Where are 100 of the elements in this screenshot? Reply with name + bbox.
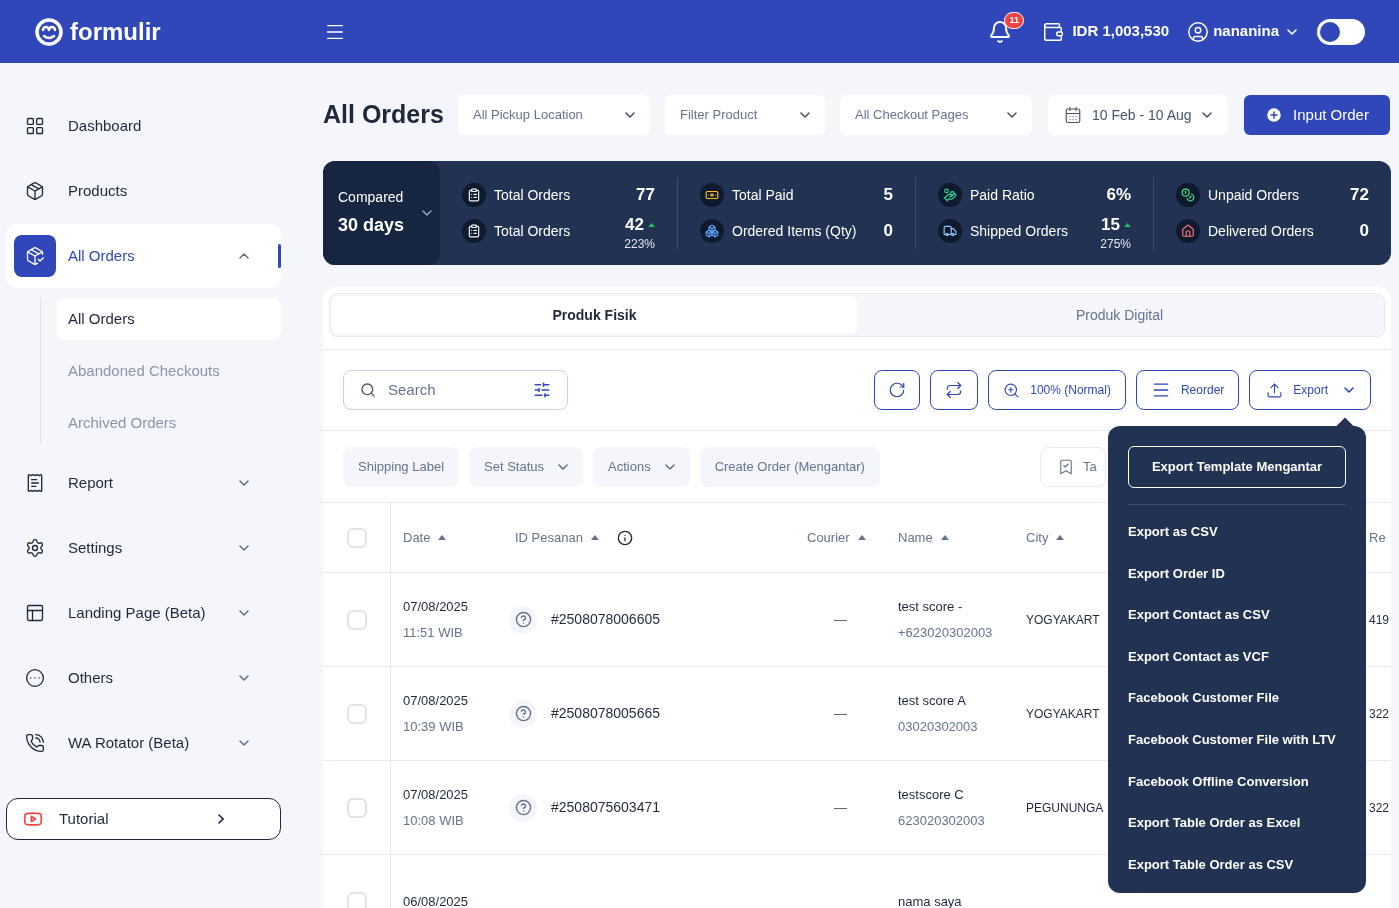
order-id[interactable]: #2508078006605 bbox=[551, 609, 660, 630]
chevron-down-icon bbox=[239, 480, 249, 486]
stat-value: 0 bbox=[1359, 220, 1369, 243]
clipboard-icon bbox=[462, 183, 486, 207]
export-menu-item[interactable]: Export Table Order as CSV bbox=[1128, 843, 1346, 886]
clipboard-icon bbox=[462, 219, 486, 243]
city-value: PEGUNUNGA bbox=[1026, 799, 1104, 817]
chevron-down-icon bbox=[239, 610, 249, 616]
export-template-button[interactable]: Export Template Mengantar bbox=[1128, 446, 1346, 488]
filter-dropdown[interactable]: All Checkout Pages bbox=[840, 95, 1032, 135]
stat-change: 223% bbox=[624, 237, 655, 250]
search-input[interactable]: Search bbox=[388, 378, 521, 402]
sidebar-item[interactable]: Products bbox=[6, 159, 281, 223]
search-icon bbox=[360, 382, 376, 398]
dots-icon bbox=[25, 668, 45, 688]
logo-text: formulir bbox=[70, 16, 161, 47]
column-header[interactable]: Re bbox=[1369, 527, 1386, 548]
column-header[interactable]: ID Pesanan bbox=[515, 527, 583, 548]
search-field[interactable]: Search bbox=[343, 370, 568, 410]
column-header[interactable]: Date bbox=[403, 527, 431, 548]
reorder-button[interactable]: Reorder bbox=[1135, 370, 1240, 410]
settings-icon bbox=[25, 538, 45, 558]
zoom-button[interactable]: 100% (Normal) bbox=[988, 370, 1126, 410]
row-checkbox[interactable] bbox=[346, 891, 367, 908]
courier-value: — bbox=[834, 610, 847, 629]
select-all-checkbox[interactable] bbox=[346, 527, 367, 548]
chevron-down-icon bbox=[1287, 28, 1297, 35]
export-button[interactable]: Export bbox=[1249, 370, 1371, 410]
box-icon bbox=[25, 181, 45, 201]
revenue-value: 322 bbox=[1369, 705, 1390, 723]
sidebar-item[interactable]: Settings bbox=[6, 516, 281, 580]
user-icon bbox=[1187, 20, 1210, 43]
column-header[interactable]: Name bbox=[898, 527, 933, 548]
customer-phone: +623020302003 bbox=[898, 623, 994, 642]
sort-caret-icon bbox=[438, 535, 447, 540]
swap-button[interactable] bbox=[930, 370, 979, 410]
export-menu-item[interactable]: Facebook Customer File with LTV bbox=[1128, 718, 1346, 761]
export-menu-item[interactable]: Facebook Customer File bbox=[1128, 677, 1346, 719]
logo-icon bbox=[34, 16, 64, 47]
sidebar-item[interactable]: WA Rotator (Beta) bbox=[6, 711, 281, 775]
info-icon[interactable] bbox=[616, 529, 633, 546]
order-id[interactable]: #2508078005665 bbox=[551, 703, 660, 724]
sidebar-item-label: Settings bbox=[68, 537, 124, 558]
stat-label: Unpaid Orders bbox=[1208, 185, 1301, 205]
filter-dropdown[interactable]: Filter Product bbox=[665, 95, 825, 135]
chevron-down-icon bbox=[239, 675, 249, 681]
sidebar-item[interactable]: Others bbox=[6, 646, 281, 710]
export-menu-item[interactable]: Facebook Offline Conversion bbox=[1128, 760, 1346, 803]
sidebar-item[interactable]: All Orders bbox=[6, 224, 281, 288]
help-icon[interactable] bbox=[509, 605, 537, 634]
compare-selector[interactable]: Compared 30 days bbox=[323, 161, 440, 265]
user-name[interactable]: nananina bbox=[1213, 20, 1279, 43]
filter-dropdown[interactable]: All Pickup Location bbox=[458, 95, 650, 135]
courier-value: — bbox=[834, 798, 847, 817]
order-id[interactable]: #2508075603471 bbox=[551, 797, 660, 818]
refresh-button[interactable] bbox=[874, 370, 921, 410]
tutorial-card[interactable]: Tutorial bbox=[6, 798, 281, 840]
row-checkbox[interactable] bbox=[346, 703, 367, 724]
tab[interactable]: Produk Fisik bbox=[332, 296, 857, 334]
export-menu-item[interactable]: Export as CSV bbox=[1128, 511, 1346, 553]
action-button[interactable]: Set Status bbox=[469, 446, 583, 487]
zoom-in-icon bbox=[1003, 381, 1021, 399]
dark-mode-toggle[interactable] bbox=[1317, 18, 1365, 45]
repeat-icon bbox=[945, 381, 964, 399]
column-header[interactable]: City bbox=[1026, 527, 1049, 548]
stat-value: 6% bbox=[1106, 184, 1131, 207]
row-checkbox[interactable] bbox=[346, 797, 367, 818]
input-order-button[interactable]: Input Order bbox=[1244, 95, 1390, 135]
help-icon[interactable] bbox=[509, 699, 537, 728]
action-button[interactable]: Shipping Label bbox=[343, 446, 460, 487]
export-menu-item[interactable]: Export Order ID bbox=[1128, 552, 1346, 595]
export-menu-item[interactable]: Export Contact as CSV bbox=[1128, 594, 1346, 636]
chevron-right-icon bbox=[218, 814, 224, 824]
help-icon[interactable] bbox=[509, 793, 537, 822]
export-menu-item[interactable]: Export Table Order as Excel bbox=[1128, 802, 1346, 844]
action-button[interactable]: Create Order (Mengantar) bbox=[699, 446, 880, 487]
chevron-up-icon bbox=[239, 253, 249, 259]
stat-value: 77 bbox=[636, 184, 655, 207]
column-header[interactable]: Courier bbox=[807, 527, 850, 548]
stat-label: Ordered Items (Qty) bbox=[732, 221, 858, 241]
trend-up-icon bbox=[1124, 223, 1131, 227]
submenu-item[interactable]: All Orders bbox=[57, 298, 281, 340]
tutorial-label: Tutorial bbox=[59, 808, 110, 829]
export-menu-item[interactable]: Export Contact as VCF bbox=[1128, 635, 1346, 678]
phone-icon bbox=[25, 733, 45, 753]
sort-caret-icon bbox=[857, 535, 866, 540]
city-value: YOGYAKART bbox=[1026, 611, 1100, 629]
sidebar-item[interactable]: Report bbox=[6, 451, 281, 515]
sidebar-item[interactable]: Dashboard bbox=[6, 94, 281, 158]
stat-value: 0 bbox=[883, 220, 893, 243]
row-checkbox[interactable] bbox=[346, 609, 367, 630]
stat-label: Paid Ratio bbox=[970, 185, 1036, 205]
sidebar-item[interactable]: Landing Page (Beta) bbox=[6, 581, 281, 645]
date-range-picker[interactable]: 10 Feb - 10 Aug bbox=[1048, 95, 1228, 135]
tab[interactable]: Produk Digital bbox=[857, 296, 1382, 334]
tag-button[interactable]: Ta bbox=[1039, 446, 1106, 487]
filter-sliders-icon[interactable] bbox=[533, 381, 551, 399]
order-time: 10:39 WIB bbox=[403, 717, 465, 736]
stat-value: 42 bbox=[625, 214, 644, 237]
action-button[interactable]: Actions bbox=[593, 446, 690, 487]
